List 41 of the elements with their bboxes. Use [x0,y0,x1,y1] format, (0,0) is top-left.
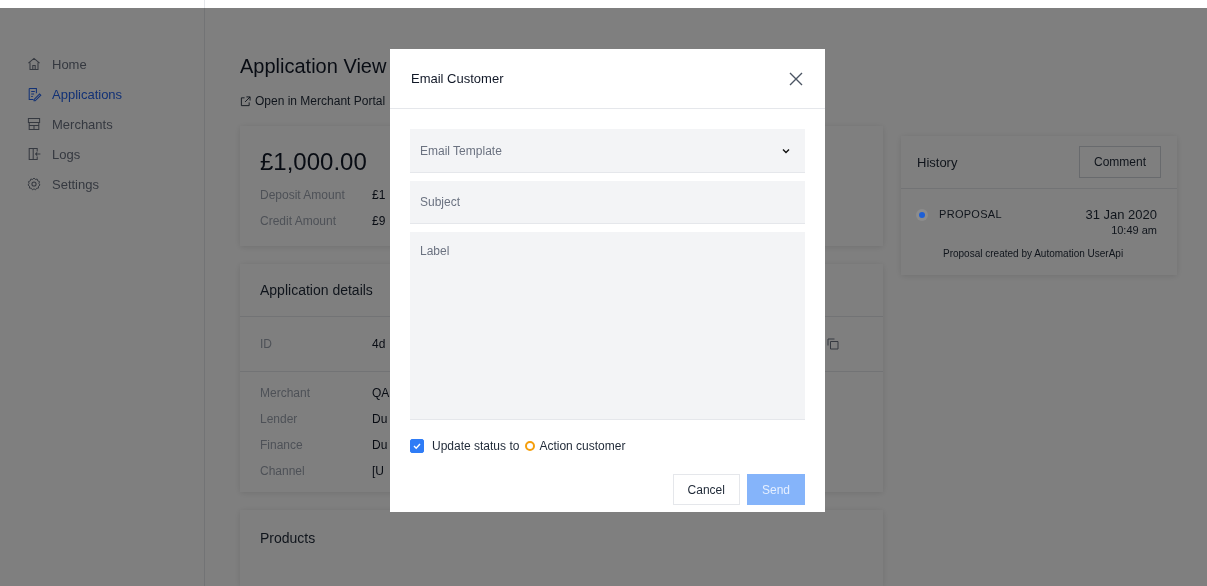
chevron-down-icon [781,146,791,156]
home-icon [26,56,42,72]
email-template-select[interactable]: Email Template [410,129,805,173]
store-icon [26,116,42,132]
copy-icon[interactable] [827,338,839,350]
cancel-button[interactable]: Cancel [672,474,740,505]
checkmark-icon [412,441,422,451]
subject-field[interactable]: Subject [410,181,805,224]
field-value: 4d [372,337,386,351]
amount-text: £1,000.00 [260,148,367,176]
field-value: Du [372,412,388,426]
dialog-title: Email Customer [411,71,504,86]
settings-icon [26,176,42,192]
field-value: Du [372,438,388,452]
card-title: Application details [260,282,373,298]
document-pencil-icon [26,86,42,102]
comment-button[interactable]: Comment [1079,146,1161,178]
status-name: Action customer [539,439,626,453]
field-value: [U [372,464,384,478]
status-text: PROPOSAL [939,208,1003,220]
entry-description: Proposal created by Automation UserApi [942,248,1125,259]
entry-date: 31 Jan 2020 [1085,207,1157,222]
sidebar-item[interactable]: Logs [26,144,204,164]
update-status-checkbox[interactable] [410,439,424,453]
field-value: £9 [372,214,386,228]
sidebar-item[interactable]: Settings [26,174,204,194]
field-value: QA [372,386,390,400]
sidebar-item[interactable]: Merchants [26,114,204,134]
close-icon[interactable] [789,71,803,86]
checkbox-label: Update status to [432,439,520,453]
entry-time: 10:49 am [1110,224,1157,236]
door-arrow-icon [26,146,42,162]
field-value: £1 [372,188,386,202]
external-link-icon [240,95,251,107]
merchant-portal-link[interactable]: Open in Merchant Portal [240,94,386,108]
sidebar-item[interactable]: Applications [26,84,204,104]
sidebar-item[interactable]: Home [26,54,204,74]
page-title: Application View [240,55,387,78]
message-field[interactable]: Label [410,232,805,420]
history-title: History [917,154,958,170]
card-title: Products [260,530,316,546]
